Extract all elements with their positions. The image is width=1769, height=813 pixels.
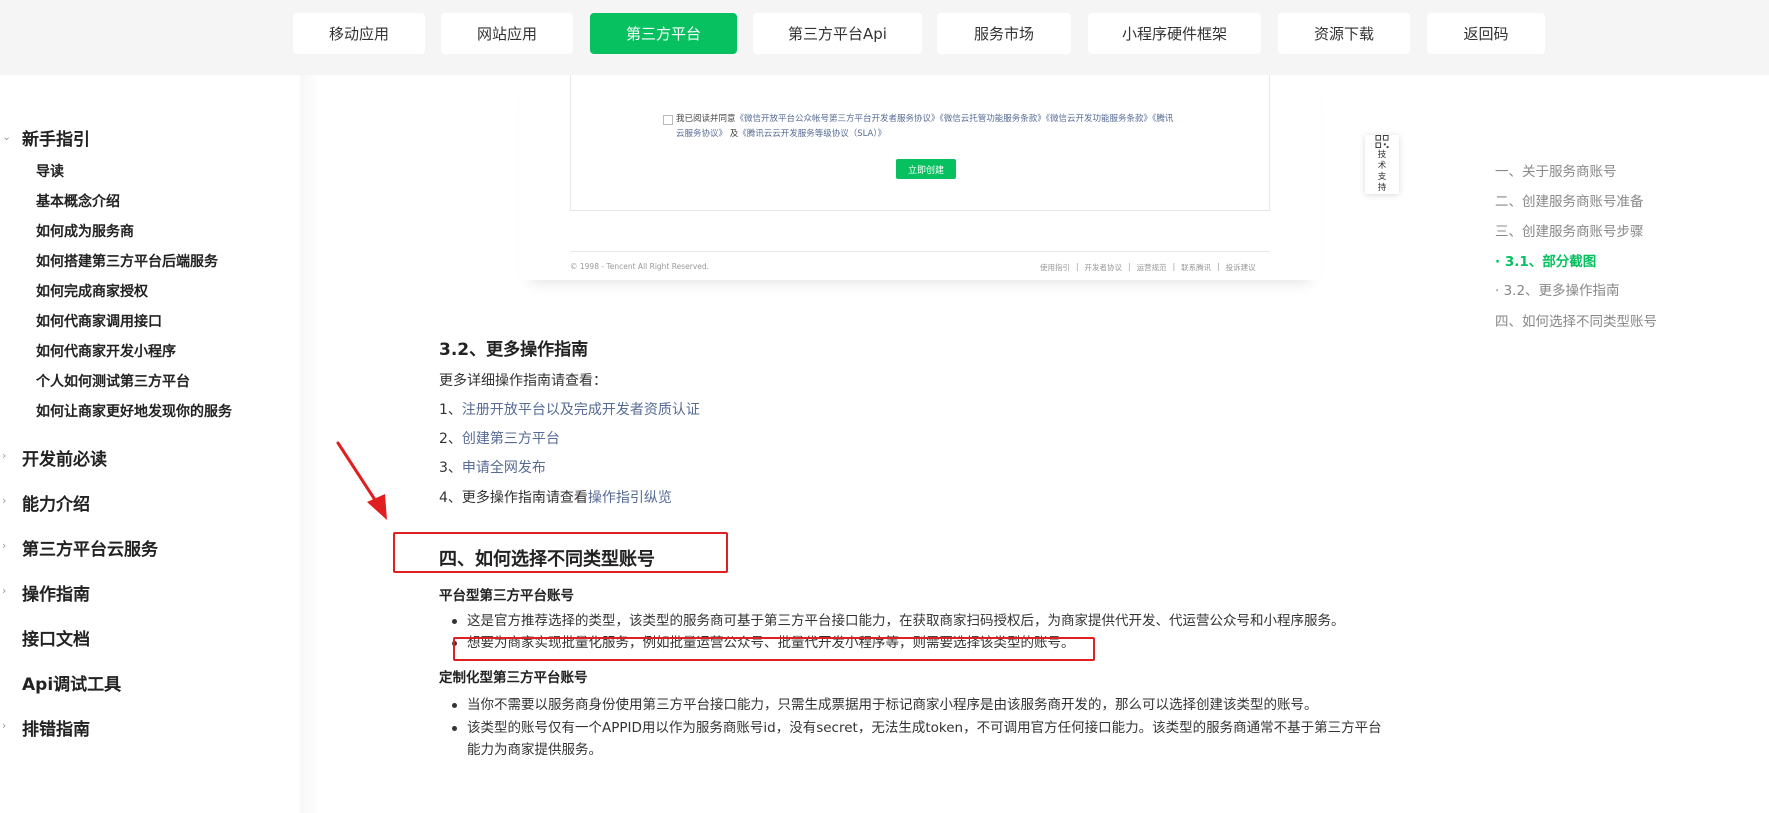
footer-link: 联系腾讯: [1181, 263, 1212, 272]
chevron-right-icon[interactable]: ›: [2, 719, 6, 732]
list-index: 3、: [439, 460, 462, 476]
sidebar: [0, 75, 300, 813]
screenshot-form-card: [570, 75, 1270, 211]
list-item: 该类型的账号仅有一个APPID用以作为服务商账号id，没有secret，无法生成…: [450, 717, 1390, 761]
guide-list-item: 4、更多操作指南请查看操作指引纵览: [439, 487, 672, 507]
nav-tab-hardware-framework[interactable]: 小程序硬件框架: [1088, 13, 1261, 54]
footer-link: 运营规范: [1136, 263, 1167, 272]
agreement-and: 及: [729, 129, 739, 139]
sidebar-group-troubleshooting[interactable]: 排错指南: [22, 715, 90, 740]
sidebar-item-become-provider[interactable]: 如何成为服务商: [36, 221, 134, 241]
nav-tab-mobile-app[interactable]: 移动应用: [293, 13, 425, 54]
sidebar-group-prerequisites[interactable]: 开发前必读: [22, 445, 107, 470]
nav-tab-service-market[interactable]: 服务市场: [937, 13, 1071, 54]
create-now-button: 立即创建: [896, 159, 956, 179]
register-platform-link[interactable]: 注册开放平台以及完成开发者资质认证: [462, 402, 700, 418]
screenshot-footer-links: 使用指引 | 开发者协议 | 运营规范 | 联系腾讯 | 投诉建议: [1040, 262, 1256, 273]
footer-separator: |: [1217, 262, 1220, 271]
list-index: 2、: [439, 431, 462, 447]
agreement-link: 《微信云开发功能服务条款》: [1045, 114, 1153, 124]
list-index: 1、: [439, 402, 462, 418]
list-index: 4、更多操作指南请查看: [439, 490, 588, 506]
footer-separator: |: [1128, 262, 1131, 271]
nav-tab-third-party-api[interactable]: 第三方平台Api: [753, 13, 922, 54]
toc-item-steps[interactable]: 三、创建服务商账号步骤: [1495, 220, 1644, 240]
nav-tab-third-party-platform[interactable]: 第三方平台: [590, 13, 737, 54]
section-3-2-intro: 更多详细操作指南请查看：: [439, 373, 607, 389]
guide-overview-link[interactable]: 操作指引纵览: [588, 490, 672, 506]
tech-support-label: 技术支持: [1377, 150, 1387, 193]
sidebar-item-intro[interactable]: 导读: [36, 161, 64, 181]
sidebar-divider: [300, 75, 320, 813]
list-item: 这是官方推荐选择的类型，该类型的服务商可基于第三方平台接口能力，在获取商家扫码授…: [450, 610, 1390, 632]
footer-separator: |: [1076, 262, 1079, 271]
sidebar-group-api-docs[interactable]: 接口文档: [22, 625, 90, 650]
nav-tab-resource-download[interactable]: 资源下载: [1278, 13, 1410, 54]
guide-list-item: 3、申请全网发布: [439, 457, 546, 477]
sidebar-item-call-api[interactable]: 如何代商家调用接口: [36, 311, 162, 331]
agreement-prefix: 我已阅读并同意: [676, 114, 736, 124]
sidebar-item-concepts[interactable]: 基本概念介绍: [36, 191, 120, 211]
chevron-down-icon[interactable]: ⌄: [2, 130, 11, 143]
highlight-box-section-title: [393, 532, 728, 573]
highlight-box-batch-service: [453, 637, 1095, 661]
qrcode-icon: [1375, 135, 1389, 148]
toc-item-screenshots[interactable]: · 3.1、部分截图: [1495, 250, 1596, 270]
sidebar-item-personal-test[interactable]: 个人如何测试第三方平台: [36, 371, 190, 391]
chevron-right-icon[interactable]: ›: [2, 449, 6, 462]
agreement-link: 《微信云托管功能服务条款》: [939, 114, 1046, 124]
sidebar-group-operation-guide[interactable]: 操作指南: [22, 580, 90, 605]
sidebar-item-backend-service[interactable]: 如何搭建第三方平台后端服务: [36, 251, 218, 271]
top-nav-bar: 移动应用 网站应用 第三方平台 第三方平台Api 服务市场 小程序硬件框架 资源…: [0, 0, 1769, 75]
agreement-link: 《腾讯云云开发服务等级协议（SLA）》: [738, 129, 887, 139]
sidebar-item-develop-miniprogram[interactable]: 如何代商家开发小程序: [36, 341, 176, 361]
create-platform-link[interactable]: 创建第三方平台: [462, 431, 560, 447]
tech-support-widget[interactable]: 技术支持: [1365, 135, 1399, 194]
toc-item-more-guides[interactable]: · 3.2、更多操作指南: [1495, 279, 1620, 299]
sidebar-group-guide[interactable]: 新手指引: [22, 125, 90, 150]
screenshot-footer-divider: [570, 251, 1270, 252]
toc-item-account-types[interactable]: 四、如何选择不同类型账号: [1495, 310, 1657, 330]
chevron-right-icon[interactable]: ›: [2, 584, 6, 597]
sidebar-item-merchant-auth[interactable]: 如何完成商家授权: [36, 281, 148, 301]
section-3-2-title: 3.2、更多操作指南: [439, 340, 589, 360]
toc-item-about-account[interactable]: 一、关于服务商账号: [1495, 160, 1617, 180]
footer-link: 投诉建议: [1225, 263, 1256, 272]
platform-account-title: 平台型第三方平台账号: [439, 588, 574, 604]
sidebar-group-api-debug[interactable]: Api调试工具: [22, 670, 121, 695]
sidebar-item-discoverability[interactable]: 如何让商家更好地发现你的服务: [36, 401, 232, 421]
guide-list-item: 1、注册开放平台以及完成开发者资质认证: [439, 399, 700, 419]
custom-account-title: 定制化型第三方平台账号: [439, 670, 588, 686]
guide-list-item: 2、创建第三方平台: [439, 428, 560, 448]
publish-link[interactable]: 申请全网发布: [462, 460, 546, 476]
footer-separator: |: [1172, 262, 1176, 271]
agreement-checkbox: [663, 115, 673, 125]
sidebar-group-cloud-service[interactable]: 第三方平台云服务: [22, 535, 158, 560]
agreement-link: 《微信开放平台公众帐号第三方平台开发者服务协议》: [735, 114, 940, 124]
footer-link: 开发者协议: [1084, 263, 1123, 272]
footer-link: 使用指引: [1040, 263, 1070, 272]
nav-tab-return-codes[interactable]: 返回码: [1427, 13, 1545, 54]
chevron-right-icon[interactable]: ›: [2, 494, 6, 507]
red-arrow-annotation: [336, 441, 387, 520]
chevron-right-icon[interactable]: ›: [2, 539, 6, 552]
sidebar-group-capabilities[interactable]: 能力介绍: [22, 490, 90, 515]
screenshot-copyright: © 1998 - Tencent All Right Reserved.: [570, 262, 710, 271]
toc-item-prepare[interactable]: 二、创建服务商账号准备: [1495, 190, 1644, 210]
list-item: 当你不需要以服务商身份使用第三方平台接口能力，只需生成票据用于标记商家小程序是由…: [450, 694, 1390, 716]
agreement-text: 我已阅读并同意《微信开放平台公众帐号第三方平台开发者服务协议》《微信云托管功能服…: [676, 112, 1176, 142]
nav-tab-website-app[interactable]: 网站应用: [441, 13, 573, 54]
